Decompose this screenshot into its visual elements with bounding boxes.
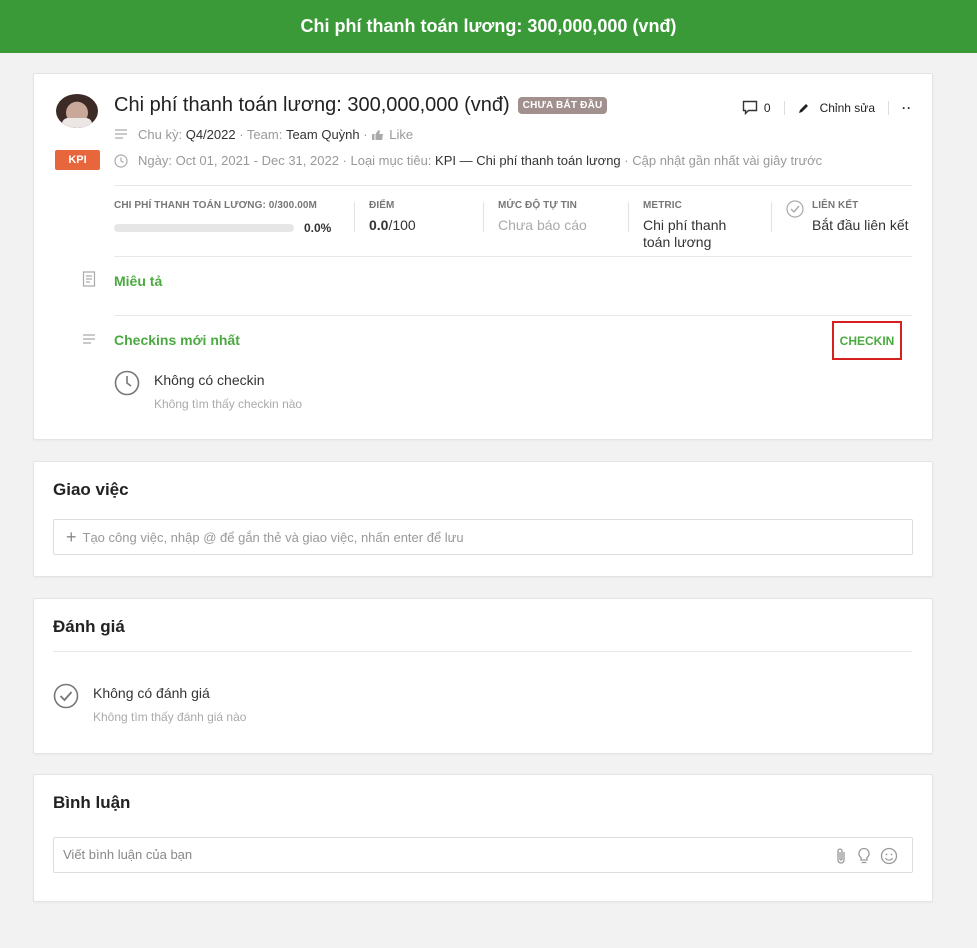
review-card-title: Đánh giá xyxy=(53,617,125,636)
stat-cost: CHI PHÍ THANH TOÁN LƯƠNG: 0/300.00M 0.0% xyxy=(114,200,354,256)
lightbulb-icon[interactable] xyxy=(856,847,872,865)
stat-link[interactable]: LIÊN KẾT Bắt đầu liên kết xyxy=(786,200,909,256)
no-checkin-title: Không có checkin xyxy=(154,372,265,388)
kpi-meta-cycle: Chu kỳ: Q4/2022 · Team: Team Quỳnh · Lik… xyxy=(114,127,413,142)
comment-input-placeholder: Viết bình luận của bạn xyxy=(63,847,193,862)
updated-text: · Cập nhật gần nhất vài giây trước xyxy=(624,153,823,168)
type-label: · Loại mục tiêu: xyxy=(342,153,432,168)
list-icon xyxy=(83,334,95,344)
divider xyxy=(114,315,912,316)
score-value: 0.0 xyxy=(369,217,389,233)
list-icon xyxy=(114,128,128,142)
more-button[interactable]: ·· xyxy=(902,101,912,115)
thumbs-up-icon xyxy=(372,129,384,140)
no-checkin-subtitle: Không tìm thấy checkin nào xyxy=(154,397,303,411)
checkin-button[interactable]: CHECKIN xyxy=(832,321,902,360)
clock-icon xyxy=(114,153,128,168)
no-review-state: Không có đánh giá Không tìm thấy đánh gi… xyxy=(53,683,246,724)
stat-cost-label: CHI PHÍ THANH TOÁN LƯƠNG: 0/300.00M xyxy=(114,200,317,211)
task-card-title: Giao việc xyxy=(53,480,129,499)
kpi-badge: KPI xyxy=(55,150,100,170)
divider xyxy=(114,185,912,186)
kpi-stats: CHI PHÍ THANH TOÁN LƯƠNG: 0/300.00M 0.0%… xyxy=(114,200,912,256)
checkins-heading: Checkins mới nhất xyxy=(114,332,240,348)
stat-metric: METRIC Chi phí thanh toán lương xyxy=(643,200,771,256)
description-toggle[interactable]: Miêu tả xyxy=(114,273,162,289)
task-card: Giao việc + Tạo công việc, nhập @ để gắn… xyxy=(33,461,933,577)
type-value[interactable]: KPI — Chi phí thanh toán lương xyxy=(435,153,621,168)
paperclip-icon[interactable] xyxy=(834,847,848,865)
stat-confidence-label: MỨC ĐỘ TỰ TIN xyxy=(498,200,577,211)
page-header: Chi phí thanh toán lương: 300,000,000 (v… xyxy=(0,0,977,53)
cycle-value: Q4/2022 xyxy=(185,127,236,142)
edit-label: Chỉnh sửa xyxy=(819,100,875,115)
comments-button[interactable]: 0 xyxy=(742,100,771,115)
cycle-label: Chu kỳ: xyxy=(138,127,183,142)
document-icon xyxy=(82,271,96,287)
progress-percent: 0.0% xyxy=(304,221,332,235)
edit-button[interactable]: Chỉnh sửa xyxy=(798,101,875,115)
no-review-subtitle: Không tìm thấy đánh giá nào xyxy=(93,710,247,724)
comment-card: Bình luận Viết bình luận của bạn xyxy=(33,774,933,902)
confidence-value: Chưa báo cáo xyxy=(498,217,587,233)
metric-value: Chi phí thanh toán lương xyxy=(643,217,727,250)
kpi-title-row: Chi phí thanh toán lương: 300,000,000 (v… xyxy=(114,94,608,117)
clock-icon xyxy=(114,370,140,396)
link-value: Bắt đầu liên kết xyxy=(812,217,909,233)
emoji-icon[interactable] xyxy=(880,847,898,865)
like-button[interactable]: Like xyxy=(371,127,413,142)
comment-input[interactable]: Viết bình luận của bạn xyxy=(53,837,913,873)
team-link[interactable]: Team Quỳnh xyxy=(286,127,360,142)
divider xyxy=(114,256,912,257)
plus-icon: + xyxy=(66,527,77,547)
team-label: · Team: xyxy=(239,127,283,142)
stat-score-label: ĐIỂM xyxy=(369,200,395,211)
date-value: Oct 01, 2021 - Dec 31, 2022 xyxy=(175,153,339,168)
comments-count: 0 xyxy=(763,100,771,115)
stat-link-label: LIÊN KẾT xyxy=(812,200,859,211)
stat-metric-label: METRIC xyxy=(643,200,682,211)
no-review-title: Không có đánh giá xyxy=(93,685,210,701)
review-card: Đánh giá Không có đánh giá Không tìm thấ… xyxy=(33,598,933,754)
avatar[interactable] xyxy=(56,94,98,128)
page-header-title: Chi phí thanh toán lương: 300,000,000 (v… xyxy=(300,16,677,36)
like-label: Like xyxy=(389,127,414,142)
meta-dot: · xyxy=(363,127,368,142)
stat-confidence[interactable]: MỨC ĐỘ TỰ TIN Chưa báo cáo xyxy=(498,200,628,256)
pencil-icon xyxy=(798,103,808,113)
check-circle-icon xyxy=(53,683,79,709)
date-label: Ngày: xyxy=(138,153,172,168)
kpi-title: Chi phí thanh toán lương: 300,000,000 (v… xyxy=(114,94,510,116)
task-input-placeholder: Tạo công việc, nhập @ để gắn thẻ và giao… xyxy=(82,529,464,545)
kpi-actions: 0 Chỉnh sửa ·· xyxy=(742,100,912,115)
check-circle-icon xyxy=(786,200,804,218)
progress-bar xyxy=(114,224,294,232)
comment-tools xyxy=(834,847,898,865)
more-icon: ·· xyxy=(902,100,912,115)
status-badge: CHƯA BẮT ĐẦU xyxy=(517,97,608,114)
score-max: /100 xyxy=(388,217,416,233)
kpi-meta-dates: Ngày: Oct 01, 2021 - Dec 31, 2022 · Loại… xyxy=(114,153,822,168)
divider xyxy=(53,651,912,652)
stat-score: ĐIỂM 0.0/100 xyxy=(369,200,483,256)
comment-card-title: Bình luận xyxy=(53,793,131,812)
kpi-card: KPI Chi phí thanh toán lương: 300,000,00… xyxy=(33,73,933,440)
comment-icon xyxy=(742,100,758,115)
task-input[interactable]: + Tạo công việc, nhập @ để gắn thẻ và gi… xyxy=(53,519,913,555)
no-checkin-state: Không có checkin Không tìm thấy checkin … xyxy=(114,370,302,411)
